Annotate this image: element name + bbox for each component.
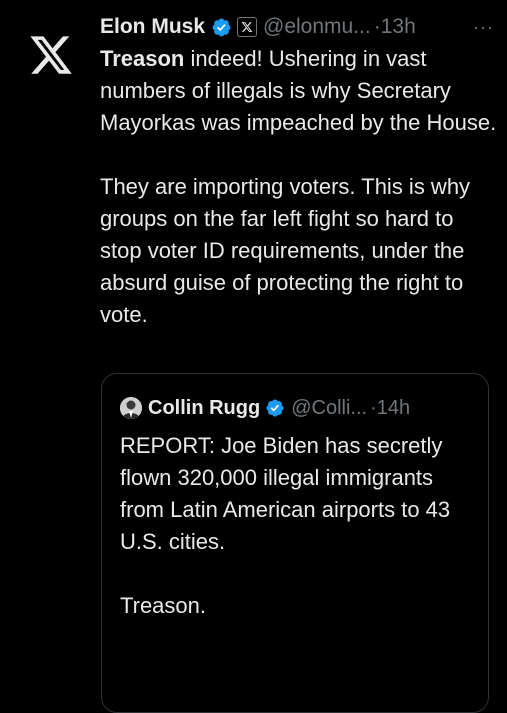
verified-badge-icon (266, 399, 284, 417)
separator-dot: · (373, 15, 381, 38)
bold-word: Treason (100, 46, 185, 71)
x-affiliate-icon[interactable] (237, 17, 258, 37)
quote-paragraph-1: REPORT: Joe Biden has secretly flown 320… (120, 433, 451, 554)
tweet-header: Elon Musk @elonmu... · 13h ··· (100, 12, 500, 42)
tweet-paragraph-2: They are importing voters. This is why g… (100, 174, 471, 327)
tweet-body: Treason indeed! Ushering in vast numbers… (100, 43, 500, 331)
quote-body: REPORT: Joe Biden has secretly flown 320… (120, 430, 480, 622)
tweet-paragraph-1: Treason indeed! Ushering in vast numbers… (100, 43, 500, 139)
more-options-icon[interactable]: ··· (473, 17, 494, 38)
profile-photo-icon[interactable] (120, 397, 142, 419)
author-name[interactable]: Elon Musk (100, 15, 205, 39)
verified-badge-icon (212, 18, 231, 36)
tweet-timestamp[interactable]: 13h (381, 15, 416, 39)
quoted-tweet-card[interactable]: Collin Rugg @Colli... · 14h REPORT: Joe … (101, 373, 489, 713)
quote-paragraph-2: Treason. (120, 593, 207, 618)
quote-header: Collin Rugg @Colli... · 14h (120, 394, 480, 422)
quote-timestamp[interactable]: 14h (377, 397, 410, 420)
quote-author-handle[interactable]: @Colli... (291, 397, 367, 420)
quote-author-name[interactable]: Collin Rugg (148, 397, 260, 420)
author-handle[interactable]: @elonmu... (263, 15, 371, 39)
separator-dot: · (370, 396, 377, 419)
x-logo-icon[interactable] (22, 26, 80, 84)
